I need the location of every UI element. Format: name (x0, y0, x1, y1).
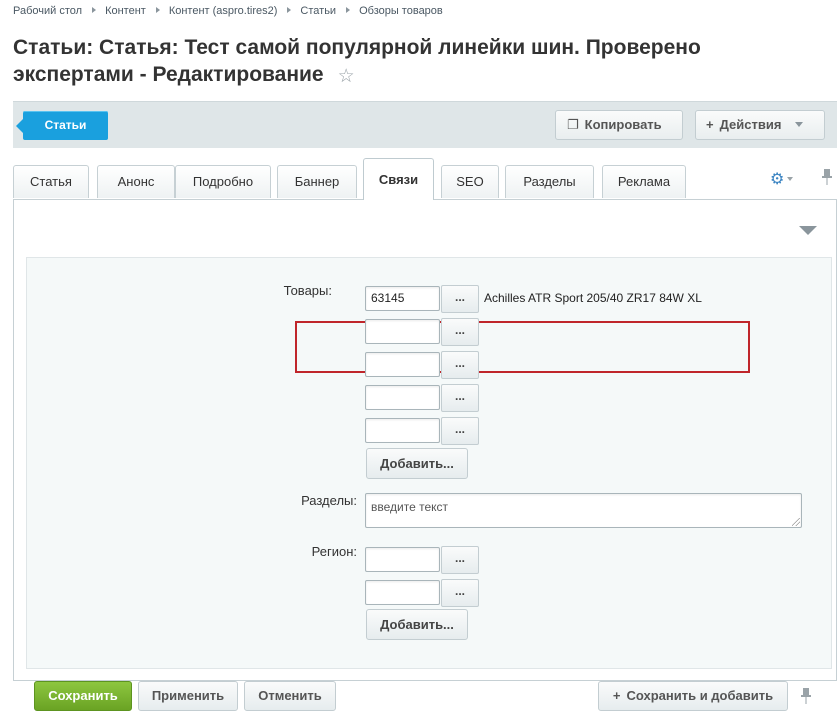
actions-button-label: Действия (719, 117, 782, 132)
tab-article[interactable]: Статья (13, 165, 89, 198)
breadcrumb-separator-icon (346, 7, 351, 13)
collapse-arrow-icon[interactable] (799, 226, 817, 235)
toolbar: Статьи ❐ Копировать + Действия (13, 101, 837, 148)
products-label: Товары: (283, 283, 332, 298)
plus-icon: + (706, 117, 714, 132)
product-id-input[interactable] (365, 385, 440, 410)
tab-banner[interactable]: Баннер (277, 165, 357, 198)
links-form: Товары: 63145 ... Achilles ATR Sport 205… (26, 257, 832, 669)
sections-label: Разделы: (301, 493, 357, 508)
region-label: Регион: (311, 544, 357, 559)
back-to-articles-button[interactable]: Статьи (16, 111, 108, 140)
tab-sections[interactable]: Разделы (505, 165, 594, 198)
save-and-add-button[interactable]: + Сохранить и добавить (598, 681, 788, 711)
product-id-input[interactable]: 63145 (365, 286, 440, 311)
save-and-add-label: Сохранить и добавить (626, 688, 774, 703)
breadcrumb: Рабочий стол Контент Контент (aspro.tires2… (13, 5, 443, 17)
resize-grip-icon[interactable] (792, 518, 800, 526)
tab-advertising[interactable]: Реклама (602, 165, 686, 198)
product-browse-button[interactable]: ... (441, 417, 479, 445)
product-browse-button[interactable]: ... (441, 384, 479, 412)
page-title-text: Статьи: Статья: Тест самой популярной ли… (13, 36, 701, 86)
add-product-button[interactable]: Добавить... (366, 448, 468, 479)
copy-button[interactable]: ❐ Копировать (555, 110, 683, 140)
pin-icon[interactable] (801, 688, 811, 708)
region-input[interactable] (365, 580, 440, 605)
product-browse-button[interactable]: ... (441, 351, 479, 379)
cancel-button[interactable]: Отменить (244, 681, 336, 711)
breadcrumb-item-desktop[interactable]: Рабочий стол (13, 5, 82, 17)
tab-content-panel: Товары: 63145 ... Achilles ATR Sport 205… (13, 199, 837, 681)
region-browse-button[interactable]: ... (441, 546, 479, 574)
product-browse-button[interactable]: ... (441, 318, 479, 346)
copy-button-label: Копировать (584, 117, 662, 132)
product-id-input[interactable] (365, 352, 440, 377)
breadcrumb-item-reviews[interactable]: Обзоры товаров (359, 5, 443, 17)
sections-input[interactable]: введите текст (365, 493, 802, 528)
tab-bar: Статья Анонс Подробно Баннер Связи SEO Р… (13, 158, 837, 200)
star-icon[interactable]: ☆ (338, 63, 355, 90)
breadcrumb-separator-icon (155, 7, 160, 13)
product-browse-button[interactable]: ... (441, 285, 479, 313)
tab-details[interactable]: Подробно (175, 165, 271, 198)
sections-placeholder: введите текст (371, 500, 449, 514)
breadcrumb-item-content-tires[interactable]: Контент (aspro.tires2) (169, 5, 278, 17)
pin-icon[interactable] (822, 169, 832, 189)
copy-icon: ❐ (567, 117, 579, 132)
product-id-input[interactable] (365, 319, 440, 344)
tab-links[interactable]: Связи (363, 158, 434, 200)
actions-button[interactable]: + Действия (695, 110, 825, 140)
highlight-frame (295, 321, 750, 373)
breadcrumb-separator-icon (287, 7, 292, 13)
breadcrumb-item-articles[interactable]: Статьи (300, 5, 336, 17)
gear-icon[interactable]: ⚙ (770, 171, 784, 188)
add-region-button[interactable]: Добавить... (366, 609, 468, 640)
plus-icon: + (612, 688, 621, 703)
breadcrumb-separator-icon (92, 7, 97, 13)
tab-bar-controls: ⚙ (770, 169, 832, 189)
chevron-down-icon[interactable] (787, 177, 794, 181)
apply-button[interactable]: Применить (138, 681, 238, 711)
tab-seo[interactable]: SEO (441, 165, 499, 198)
page-title: Статьи: Статья: Тест самой популярной ли… (13, 34, 793, 90)
region-input[interactable] (365, 547, 440, 572)
product-id-input[interactable] (365, 418, 440, 443)
chevron-down-icon (795, 122, 804, 127)
breadcrumb-item-content[interactable]: Контент (105, 5, 146, 17)
save-button[interactable]: Сохранить (34, 681, 132, 711)
product-name: Achilles ATR Sport 205/40 ZR17 84W XL (484, 291, 702, 305)
tab-announce[interactable]: Анонс (97, 165, 175, 198)
region-browse-button[interactable]: ... (441, 579, 479, 607)
